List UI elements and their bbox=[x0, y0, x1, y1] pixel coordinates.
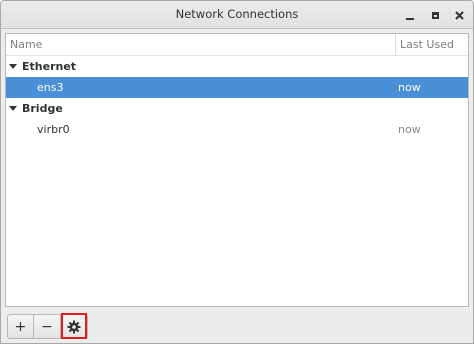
gear-icon bbox=[67, 320, 81, 333]
minimize-icon bbox=[406, 17, 414, 20]
network-connections-window: Network Connections Name Last Used Ether… bbox=[0, 0, 474, 344]
connections-list[interactable]: Name Last Used Ethernet ens3 now Bridge … bbox=[5, 33, 469, 307]
connection-row-virbr0[interactable]: virbr0 now bbox=[6, 119, 468, 140]
connection-row-ens3[interactable]: ens3 now bbox=[6, 77, 468, 98]
column-header-name[interactable]: Name bbox=[6, 34, 396, 55]
edit-connection-button[interactable] bbox=[61, 314, 88, 339]
maximize-button[interactable] bbox=[425, 5, 445, 25]
connection-last-used: now bbox=[398, 123, 421, 136]
close-button[interactable] bbox=[449, 5, 469, 25]
column-header-last-used[interactable]: Last Used bbox=[397, 34, 468, 55]
group-label: Ethernet bbox=[22, 60, 77, 73]
connection-name: ens3 bbox=[37, 81, 64, 94]
maximize-icon bbox=[431, 11, 439, 19]
remove-connection-button[interactable]: − bbox=[34, 314, 61, 339]
connection-name: virbr0 bbox=[37, 123, 70, 136]
minimize-button[interactable] bbox=[400, 5, 420, 25]
group-row-ethernet[interactable]: Ethernet bbox=[6, 56, 468, 77]
group-label: Bridge bbox=[22, 102, 63, 115]
expander-icon[interactable] bbox=[9, 106, 17, 111]
close-icon bbox=[454, 10, 464, 20]
add-connection-button[interactable]: + bbox=[7, 314, 34, 339]
title-bar[interactable]: Network Connections bbox=[1, 1, 473, 29]
bottom-toolbar: + − bbox=[1, 307, 473, 343]
list-header: Name Last Used bbox=[6, 34, 468, 56]
group-row-bridge[interactable]: Bridge bbox=[6, 98, 468, 119]
connection-last-used: now bbox=[398, 81, 421, 94]
expander-icon[interactable] bbox=[9, 64, 17, 69]
